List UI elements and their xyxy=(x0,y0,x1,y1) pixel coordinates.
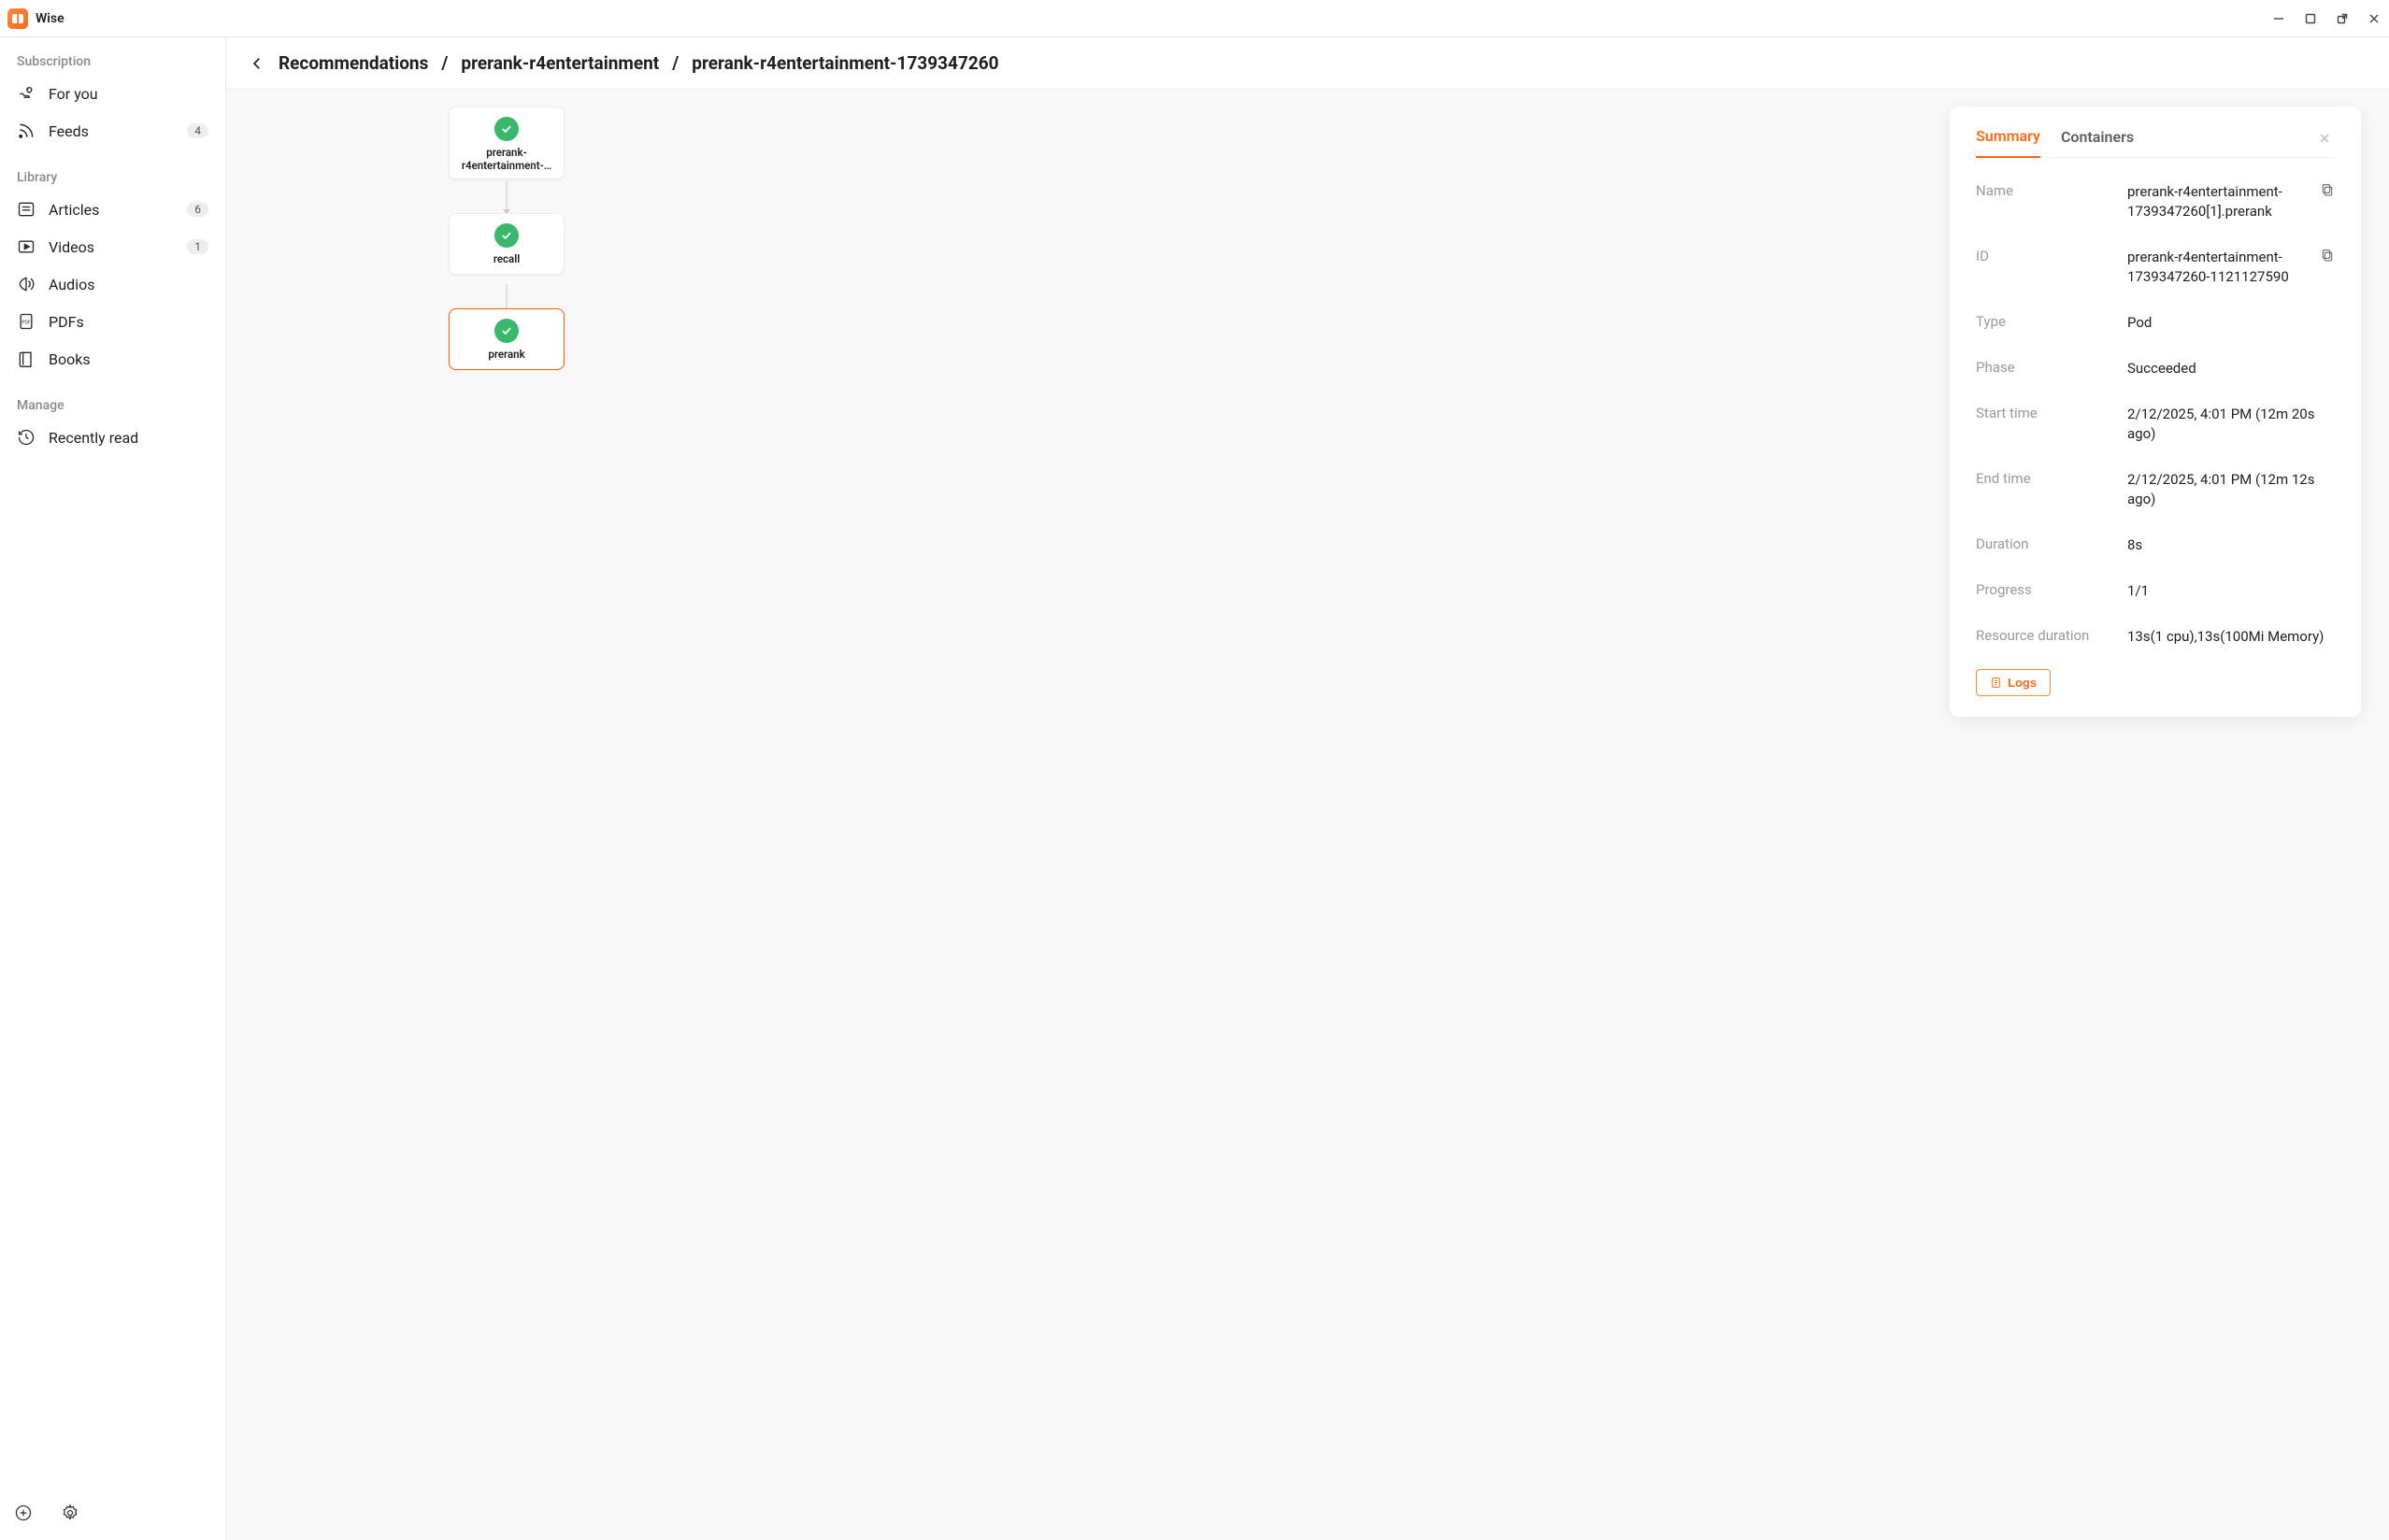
kv-row-start: Start time 2/12/2025, 4:01 PM (12m 20s a… xyxy=(1976,392,2335,457)
kv-value: 1/1 xyxy=(2127,581,2335,601)
kv-value: Succeeded xyxy=(2127,359,2335,378)
sidebar-item-recently-read[interactable]: Recently read xyxy=(0,419,225,456)
window-minimize-button[interactable] xyxy=(2271,11,2286,26)
breadcrumb-item[interactable]: Recommendations xyxy=(279,52,428,74)
sidebar-item-label: Videos xyxy=(49,238,94,256)
breadcrumb: Recommendations / prerank-r4entertainmen… xyxy=(226,37,2389,90)
article-icon xyxy=(17,200,36,219)
titlebar: Wise xyxy=(0,0,2389,37)
sidebar-section-library: Library xyxy=(0,166,225,191)
add-button[interactable] xyxy=(13,1503,34,1523)
kv-row-progress: Progress 1/1 xyxy=(1976,568,2335,614)
pdf-icon: PDF xyxy=(17,312,36,331)
kv-key: Phase xyxy=(1976,359,2116,376)
badge-count: 1 xyxy=(187,239,208,254)
sidebar-item-label: For you xyxy=(49,85,98,103)
kv-row-phase: Phase Succeeded xyxy=(1976,346,2335,392)
sidebar-item-for-you[interactable]: For you xyxy=(0,75,225,112)
breadcrumb-item[interactable]: prerank-r4entertainment xyxy=(461,52,659,74)
kv-key: Name xyxy=(1976,182,2116,199)
dag-edge xyxy=(507,181,508,209)
logs-icon xyxy=(1990,677,2002,689)
kv-value: 2/12/2025, 4:01 PM (12m 12s ago) xyxy=(2127,470,2335,509)
check-circle-icon xyxy=(494,223,519,248)
badge-count: 4 xyxy=(187,123,208,138)
dag-node-label: prerank xyxy=(488,349,524,362)
audio-icon xyxy=(17,275,36,293)
dag-node-label: prerank-r4entertainment-… xyxy=(457,147,556,171)
kv-value: Pod xyxy=(2127,313,2335,333)
kv-value: 13s(1 cpu),13s(100Mi Memory) xyxy=(2127,627,2335,647)
window-maximize-button[interactable] xyxy=(2303,11,2318,26)
dag-node-root[interactable]: prerank-r4entertainment-… xyxy=(449,107,565,179)
window-close-button[interactable] xyxy=(2367,11,2382,26)
sidebar-item-pdfs[interactable]: PDF PDFs xyxy=(0,303,225,340)
details-panel: Summary Containers Name prerank-r4entert… xyxy=(1950,107,2361,717)
sidebar-section-manage: Manage xyxy=(0,394,225,419)
kv-value: prerank-r4entertainment-1739347260[1].pr… xyxy=(2127,182,2309,221)
badge-count: 6 xyxy=(187,202,208,217)
sidebar-item-label: Articles xyxy=(49,201,99,219)
window-popout-button[interactable] xyxy=(2335,11,2350,26)
book-icon xyxy=(17,349,36,368)
dag-node-recall[interactable]: recall xyxy=(449,213,565,275)
details-kv-list: Name prerank-r4entertainment-1739347260[… xyxy=(1976,169,2335,660)
details-tabs: Summary Containers xyxy=(1976,120,2335,158)
app-icon xyxy=(7,8,28,29)
dag-graph[interactable]: prerank-r4entertainment-… recall xyxy=(422,107,591,370)
kv-row-name: Name prerank-r4entertainment-1739347260[… xyxy=(1976,169,2335,235)
sidebar-item-feeds[interactable]: Feeds 4 xyxy=(0,112,225,150)
kv-row-duration: Duration 8s xyxy=(1976,522,2335,568)
kv-key: End time xyxy=(1976,470,2116,487)
rss-icon xyxy=(17,121,36,140)
kv-key: ID xyxy=(1976,248,2116,264)
content-area[interactable]: prerank-r4entertainment-… recall xyxy=(226,90,2389,1540)
kv-value: 8s xyxy=(2127,535,2335,555)
dag-node-prerank[interactable]: prerank xyxy=(449,308,565,370)
kv-key: Start time xyxy=(1976,405,2116,421)
kv-key: Duration xyxy=(1976,535,2116,552)
breadcrumb-item[interactable]: prerank-r4entertainment-1739347260 xyxy=(692,52,998,74)
sidebar-item-label: Audios xyxy=(49,276,94,293)
copy-button[interactable] xyxy=(2320,182,2335,197)
kv-row-resource: Resource duration 13s(1 cpu),13s(100Mi M… xyxy=(1976,614,2335,660)
sidebar-item-label: Feeds xyxy=(49,122,89,140)
sidebar-item-books[interactable]: Books xyxy=(0,340,225,378)
sidebar-item-articles[interactable]: Articles 6 xyxy=(0,191,225,228)
breadcrumb-separator: / xyxy=(441,52,448,74)
logs-button-label: Logs xyxy=(2008,676,2037,690)
breadcrumb-back-button[interactable] xyxy=(249,55,265,72)
check-circle-icon xyxy=(494,319,519,343)
hand-heart-icon xyxy=(17,84,36,103)
kv-key: Resource duration xyxy=(1976,627,2116,644)
video-icon xyxy=(17,237,36,256)
check-circle-icon xyxy=(494,117,519,141)
settings-button[interactable] xyxy=(60,1503,80,1523)
close-panel-button[interactable] xyxy=(2314,128,2335,149)
kv-value: prerank-r4entertainment-1739347260-11211… xyxy=(2127,248,2309,287)
sidebar-section-subscription: Subscription xyxy=(0,50,225,75)
main-pane: Recommendations / prerank-r4entertainmen… xyxy=(226,37,2389,1540)
kv-row-end: End time 2/12/2025, 4:01 PM (12m 12s ago… xyxy=(1976,457,2335,522)
kv-row-type: Type Pod xyxy=(1976,300,2335,346)
breadcrumb-separator: / xyxy=(672,52,679,74)
sidebar-item-label: Recently read xyxy=(49,429,138,447)
logs-button[interactable]: Logs xyxy=(1976,669,2051,696)
sidebar-item-videos[interactable]: Videos 1 xyxy=(0,228,225,265)
kv-value: 2/12/2025, 4:01 PM (12m 20s ago) xyxy=(2127,405,2335,444)
sidebar-item-label: PDFs xyxy=(49,313,84,331)
tab-containers[interactable]: Containers xyxy=(2061,121,2134,157)
sidebar-item-audios[interactable]: Audios xyxy=(0,265,225,303)
app-title: Wise xyxy=(36,11,64,26)
kv-row-id: ID prerank-r4entertainment-1739347260-11… xyxy=(1976,235,2335,300)
sidebar-item-label: Books xyxy=(49,350,91,368)
copy-button[interactable] xyxy=(2320,248,2335,263)
history-icon xyxy=(17,428,36,447)
svg-text:PDF: PDF xyxy=(21,321,30,326)
kv-key: Type xyxy=(1976,313,2116,330)
sidebar: Subscription For you Feeds 4 Library xyxy=(0,37,226,1540)
dag-node-label: recall xyxy=(494,253,520,266)
kv-key: Progress xyxy=(1976,581,2116,598)
tab-summary[interactable]: Summary xyxy=(1976,120,2040,158)
